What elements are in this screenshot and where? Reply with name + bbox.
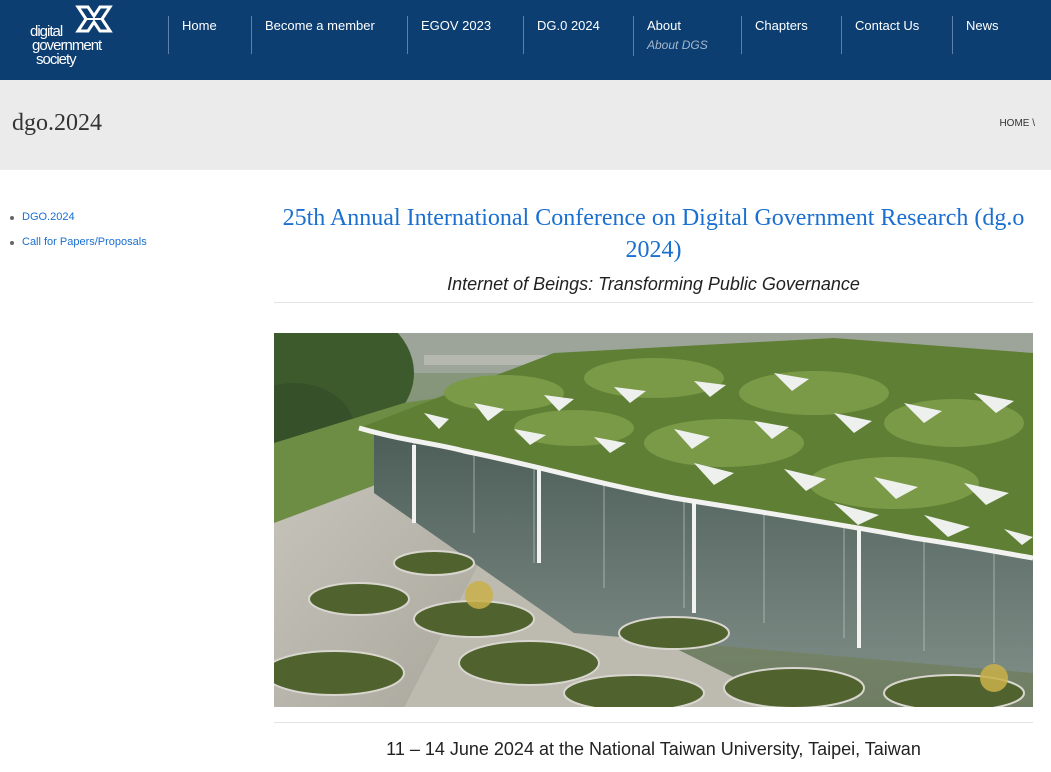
- nav-dgo-2024[interactable]: DG.0 2024: [523, 16, 633, 54]
- logo-text-society: society: [36, 51, 77, 68]
- divider: [274, 722, 1033, 723]
- venue-photo-image: [274, 333, 1033, 707]
- nav-become-member[interactable]: Become a member: [251, 16, 407, 54]
- nav-home-label: Home: [182, 18, 217, 33]
- sidebar-item-dgo2024[interactable]: DGO.2024: [10, 211, 147, 236]
- nav-about-sublabel[interactable]: About DGS: [647, 38, 741, 52]
- logo-mark-icon: [75, 5, 113, 33]
- nav-contact-us-label: Contact Us: [855, 18, 920, 33]
- sidebar: DGO.2024 Call for Papers/Proposals: [10, 211, 147, 261]
- nav-chapters-label: Chapters: [755, 18, 808, 33]
- dgs-logo[interactable]: digital government society: [30, 4, 140, 68]
- nav-about[interactable]: About About DGS: [633, 16, 741, 56]
- nav-egov-2023[interactable]: EGOV 2023: [407, 16, 523, 54]
- conference-dates: 11 – 14 June 2024 at the National Taiwan…: [386, 739, 921, 759]
- nav-news-label: News: [966, 18, 999, 33]
- nav-chapters[interactable]: Chapters: [741, 16, 841, 54]
- divider: [274, 302, 1033, 303]
- sidebar-item-label: Call for Papers/Proposals: [22, 236, 147, 248]
- main-content: 25th Annual International Conference on …: [274, 200, 1033, 759]
- sidebar-item-call-for-papers[interactable]: Call for Papers/Proposals: [10, 236, 147, 261]
- page-title-band: dgo.2024 HOME \: [0, 80, 1051, 170]
- bullet-icon: [10, 241, 14, 245]
- nav-egov-2023-label: EGOV 2023: [421, 18, 492, 33]
- nav-about-label: About: [647, 18, 681, 33]
- conference-theme: Internet of Beings: Transforming Public …: [447, 274, 860, 294]
- nav-dgo-2024-label: DG.0 2024: [537, 18, 600, 33]
- nav-contact-us[interactable]: Contact Us: [841, 16, 952, 54]
- nav-home[interactable]: Home: [168, 16, 250, 54]
- site-header: digital government society Home Become a…: [0, 0, 1051, 80]
- nav-news[interactable]: News: [952, 16, 1042, 54]
- page-title: dgo.2024: [12, 110, 102, 136]
- bullet-icon: [10, 216, 14, 220]
- nav-become-member-label: Become a member: [265, 18, 375, 33]
- sidebar-item-label: DGO.2024: [22, 211, 75, 223]
- breadcrumb[interactable]: HOME \: [999, 118, 1035, 129]
- conference-title: 25th Annual International Conference on …: [282, 205, 1025, 263]
- venue-photo: [274, 333, 1033, 707]
